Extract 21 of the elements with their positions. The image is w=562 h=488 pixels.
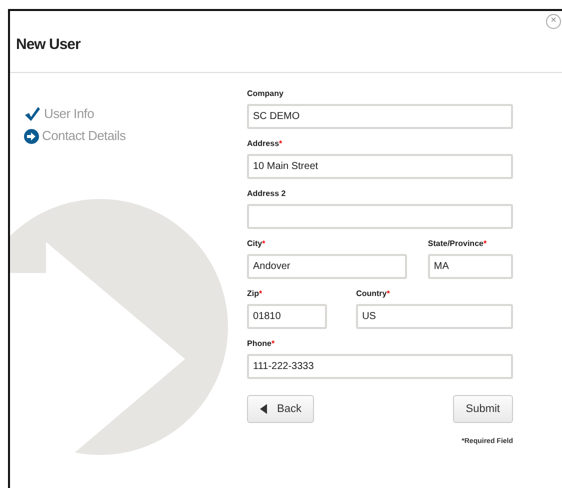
field-label: Company [247,88,284,100]
back-arrow-icon [260,404,267,414]
text-field[interactable]: 111-222-3333 [247,354,513,379]
text-field[interactable]: Andover [247,254,407,279]
text-field[interactable] [247,204,513,229]
text-field[interactable]: MA [428,254,513,279]
back-button[interactable]: Back [247,395,314,423]
field-label: Country* [356,288,391,300]
field-label: Address* [247,138,284,150]
submit-button[interactable]: Submit [452,395,513,423]
text-field[interactable]: SC DEMO [247,104,513,129]
text-field[interactable]: 10 Main Street [247,154,513,179]
dialog-title: New User [16,35,80,56]
field-label: City* [247,238,266,250]
field-label: Zip* [247,288,264,300]
field-label: Address 2 [247,188,287,200]
field-label: Phone* [247,338,276,350]
close-button[interactable]: × [546,14,561,29]
text-field[interactable]: 01810 [247,304,327,329]
field-label: State/Province* [428,238,488,250]
text-field[interactable]: US [356,304,513,329]
